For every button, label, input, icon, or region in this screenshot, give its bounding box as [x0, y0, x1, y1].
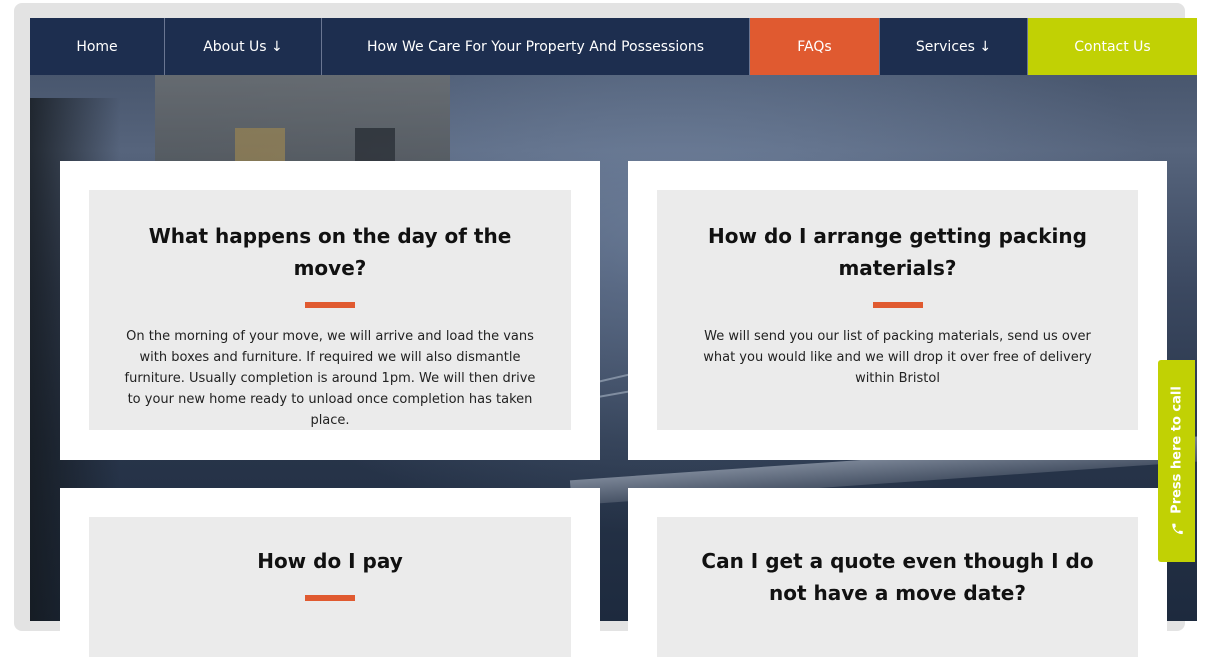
faq-card: What happens on the day of the move? On … — [60, 161, 600, 460]
faq-card-inner: What happens on the day of the move? On … — [89, 190, 571, 430]
nav-services[interactable]: Services ↓ — [880, 18, 1028, 75]
faq-card: How do I pay — [60, 488, 600, 657]
orange-divider — [305, 595, 355, 601]
nav-home[interactable]: Home — [30, 18, 165, 75]
nav-contact-us[interactable]: Contact Us — [1028, 18, 1197, 75]
call-tab-button[interactable]: Press here to call — [1158, 360, 1195, 562]
main-nav: Home About Us ↓ How We Care For Your Pro… — [30, 18, 1197, 75]
faq-question: What happens on the day of the move? — [148, 224, 512, 280]
faq-answer: On the morning of your move, we will arr… — [124, 329, 536, 428]
call-tab-label: Press here to call — [1169, 386, 1184, 514]
orange-divider — [305, 302, 355, 308]
orange-divider — [872, 302, 923, 308]
faq-question: Can I get a quote even though I do not h… — [701, 549, 1094, 605]
faq-card: How do I arrange getting packing materia… — [628, 161, 1167, 460]
faq-card-inner: Can I get a quote even though I do not h… — [657, 517, 1138, 657]
call-tab-content: Press here to call — [1169, 386, 1184, 536]
faq-question: How do I arrange getting packing materia… — [708, 224, 1087, 280]
nav-faqs[interactable]: FAQs — [750, 18, 880, 75]
faq-card-inner: How do I pay — [89, 517, 571, 657]
phone-icon — [1171, 523, 1182, 535]
nav-how-we-care[interactable]: How We Care For Your Property And Posses… — [322, 18, 750, 75]
faq-answer: We will send you our list of packing mat… — [703, 329, 1092, 386]
faq-question: How do I pay — [257, 549, 403, 573]
nav-about-us[interactable]: About Us ↓ — [165, 18, 322, 75]
faq-card-inner: How do I arrange getting packing materia… — [657, 190, 1138, 430]
faq-card: Can I get a quote even though I do not h… — [628, 488, 1167, 657]
